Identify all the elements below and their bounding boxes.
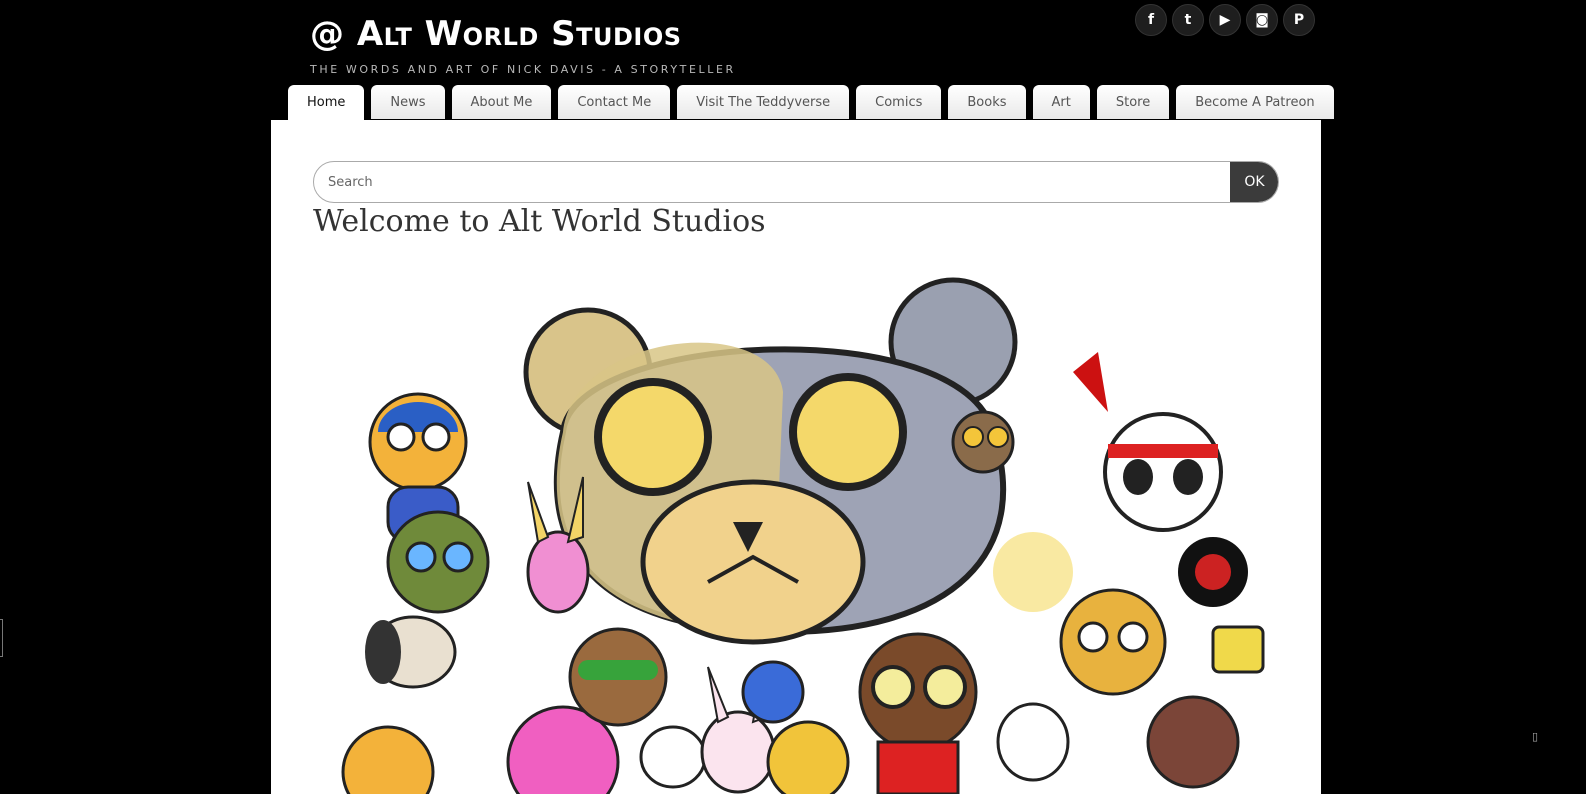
nav-home[interactable]: Home xyxy=(288,85,365,120)
nav-art[interactable]: Art xyxy=(1032,85,1090,119)
page-title: Welcome to Alt World Studios xyxy=(313,204,766,239)
site-tagline: THE WORDS AND ART OF NICK DAVIS - A STOR… xyxy=(310,63,736,76)
nav-news[interactable]: News xyxy=(371,85,445,119)
main-content: OK Welcome to Alt World Studios xyxy=(271,120,1321,794)
facebook-icon[interactable]: f xyxy=(1135,4,1167,36)
nav-contact-me[interactable]: Contact Me xyxy=(558,85,671,119)
search-input[interactable] xyxy=(314,162,1230,202)
nav-become-a-patreon[interactable]: Become A Patreon xyxy=(1176,85,1334,119)
nav-books[interactable]: Books xyxy=(948,85,1026,119)
search-form: OK xyxy=(313,161,1279,203)
side-handle[interactable] xyxy=(0,619,3,657)
scroll-top-icon[interactable]: ▯ xyxy=(1532,730,1538,743)
search-submit-button[interactable]: OK xyxy=(1230,162,1278,202)
twitter-icon[interactable]: t xyxy=(1172,4,1204,36)
nav-store[interactable]: Store xyxy=(1096,85,1170,119)
instagram-icon[interactable]: ◙ xyxy=(1246,4,1278,36)
site-title[interactable]: @ Alt World Studios xyxy=(310,14,682,54)
main-navigation: Home News About Me Contact Me Visit The … xyxy=(288,85,1334,120)
youtube-icon[interactable]: ▶ xyxy=(1209,4,1241,36)
hero-illustration xyxy=(313,272,1279,794)
nav-visit-the-teddyverse[interactable]: Visit The Teddyverse xyxy=(677,85,850,119)
patreon-icon[interactable]: P xyxy=(1283,4,1315,36)
social-links: f t ▶ ◙ P xyxy=(1135,4,1315,36)
nav-comics[interactable]: Comics xyxy=(856,85,942,119)
nav-about-me[interactable]: About Me xyxy=(451,85,552,119)
